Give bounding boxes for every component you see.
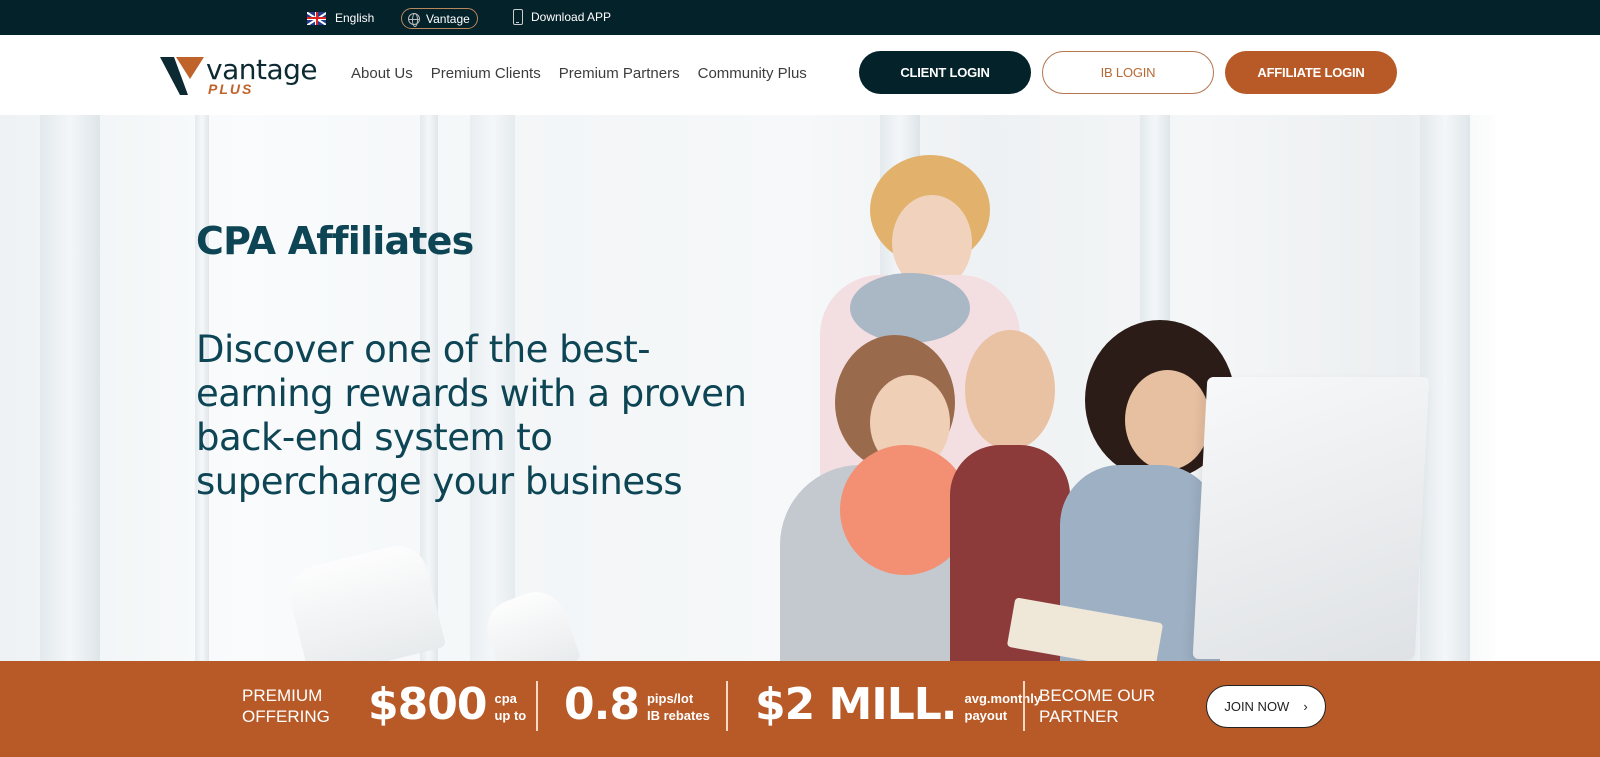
premium-offering-label: PREMIUM OFFERING bbox=[242, 685, 330, 727]
stat-ib-note-line1: pips/lot bbox=[646, 690, 694, 706]
language-selector[interactable]: English bbox=[307, 11, 374, 25]
stat-cpa: $800 cpa up to bbox=[368, 679, 526, 730]
nav-about-us[interactable]: About Us bbox=[351, 65, 413, 82]
partner-label-line2: PARTNER bbox=[1039, 707, 1119, 726]
stat-payout-value: $2 MILL. bbox=[755, 679, 957, 730]
background-window-frame bbox=[40, 115, 100, 661]
stat-cpa-value: $800 bbox=[368, 679, 487, 730]
stat-ib-value: 0.8 bbox=[564, 679, 640, 730]
join-now-label: JOIN NOW bbox=[1224, 699, 1290, 714]
stat-cpa-note-line1: cpa bbox=[494, 690, 517, 706]
partner-label-line1: BECOME OUR bbox=[1039, 686, 1156, 705]
offer-strip: PREMIUM OFFERING $800 cpa up to 0.8 pips… bbox=[0, 661, 1600, 757]
ib-login-button[interactable]: IB LOGIN bbox=[1042, 51, 1214, 94]
stat-payout-note-line2: payout bbox=[964, 707, 1008, 723]
stat-cpa-note: cpa up to bbox=[494, 690, 526, 724]
vantage-plus-logo[interactable]: vantage PLUS bbox=[160, 53, 320, 99]
main-header: vantage PLUS About Us Premium Clients Pr… bbox=[0, 35, 1600, 115]
divider bbox=[1023, 681, 1025, 731]
stat-cpa-note-line2: up to bbox=[494, 707, 527, 723]
logo-subtext: PLUS bbox=[208, 81, 254, 97]
hero-photo-monitor bbox=[1192, 377, 1430, 659]
brand-switch-vantage[interactable]: Vantage bbox=[401, 8, 478, 29]
brand-switch-label: Vantage bbox=[426, 11, 470, 26]
hero-right-margin bbox=[1495, 115, 1600, 661]
nav-community-plus[interactable]: Community Plus bbox=[698, 65, 807, 82]
join-now-button[interactable]: JOIN NOW › bbox=[1206, 685, 1326, 728]
stat-payout-note-line1: avg.monthly bbox=[964, 690, 1042, 706]
divider bbox=[726, 681, 728, 731]
uk-flag-icon bbox=[307, 11, 326, 25]
hero-banner: CPA Affiliates Discover one of the best-… bbox=[0, 115, 1600, 661]
stat-monthly-payout: $2 MILL. avg.monthly payout bbox=[755, 679, 1041, 730]
stat-ib-note: pips/lot IB rebates bbox=[647, 690, 710, 724]
stat-ib-rebates: 0.8 pips/lot IB rebates bbox=[564, 679, 710, 730]
client-login-button[interactable]: CLIENT LOGIN bbox=[859, 51, 1031, 94]
nav-premium-partners[interactable]: Premium Partners bbox=[559, 65, 680, 82]
premium-label-line2: OFFERING bbox=[242, 707, 330, 726]
vantage-logo-mark-icon bbox=[160, 57, 204, 95]
stat-payout-note: avg.monthly payout bbox=[965, 690, 1042, 724]
premium-label-line1: PREMIUM bbox=[242, 686, 323, 705]
download-app-link[interactable]: Download APP bbox=[513, 9, 611, 25]
main-nav: About Us Premium Clients Premium Partner… bbox=[351, 65, 807, 82]
download-app-label: Download APP bbox=[531, 10, 612, 24]
language-label: English bbox=[335, 11, 375, 25]
hero-title: CPA Affiliates bbox=[196, 219, 474, 263]
top-utility-bar: English Vantage Download APP bbox=[0, 0, 1600, 35]
stat-ib-note-line2: IB rebates bbox=[646, 707, 710, 723]
affiliate-login-button[interactable]: AFFILIATE LOGIN bbox=[1225, 51, 1397, 94]
hero-subtitle: Discover one of the best-earning rewards… bbox=[196, 328, 747, 503]
mobile-phone-icon bbox=[513, 9, 523, 25]
become-partner-label: BECOME OUR PARTNER bbox=[1039, 685, 1155, 727]
nav-premium-clients[interactable]: Premium Clients bbox=[431, 65, 541, 82]
divider bbox=[536, 681, 538, 731]
chevron-right-icon: › bbox=[1303, 699, 1308, 714]
background-chair bbox=[283, 539, 447, 661]
globe-icon bbox=[408, 12, 420, 27]
